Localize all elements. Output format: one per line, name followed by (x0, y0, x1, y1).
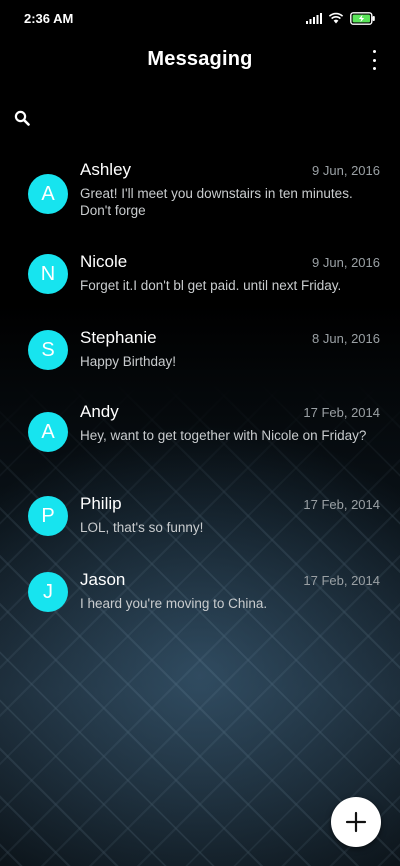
status-icons (306, 11, 376, 25)
message-snippet: Happy Birthday! (80, 354, 177, 369)
conversation-item[interactable]: S Stephanie 8 Jun, 2016 Happy Birthday! (0, 328, 400, 402)
status-time: 2:36 AM (24, 10, 74, 26)
page-title: Messaging (147, 48, 253, 70)
avatar: A (28, 174, 68, 214)
conversation-item[interactable]: J Jason 17 Feb, 2014 I heard you're movi… (0, 570, 400, 646)
conversation-item[interactable]: P Philip 17 Feb, 2014 LOL, that's so fun… (0, 494, 400, 570)
message-date: 17 Feb, 2014 (303, 405, 380, 420)
avatar: J (28, 572, 68, 612)
conversation-list: A Ashley 9 Jun, 2016 Great! I'll meet yo… (0, 160, 400, 646)
message-snippet: I heard you're moving to China. (80, 596, 268, 611)
more-options-icon (372, 50, 376, 53)
conversation-item[interactable]: N Nicole 9 Jun, 2016 Forget it.I don't b… (0, 252, 400, 328)
message-snippet: Great! I'll meet you downstairs in ten m… (80, 186, 353, 218)
avatar: A (28, 412, 68, 452)
message-date: 17 Feb, 2014 (303, 573, 380, 588)
avatar: N (28, 254, 68, 294)
contact-name: Nicole (80, 252, 128, 271)
contact-name: Philip (80, 494, 122, 513)
message-snippet: Hey, want to get together with Nicole on… (80, 428, 367, 443)
status-bar: 2:36 AM (0, 0, 400, 36)
message-date: 17 Feb, 2014 (303, 497, 380, 512)
message-snippet: LOL, that's so funny! (80, 520, 204, 535)
contact-name: Ashley (80, 160, 132, 179)
new-message-button[interactable] (331, 797, 381, 847)
search-icon[interactable] (14, 110, 30, 126)
contact-name: Andy (80, 402, 119, 421)
message-date: 8 Jun, 2016 (312, 331, 380, 346)
contact-name: Stephanie (80, 328, 157, 347)
contact-name: Jason (80, 570, 126, 589)
conversation-item[interactable]: A Andy 17 Feb, 2014 Hey, want to get tog… (0, 402, 400, 494)
more-options-button[interactable] (370, 50, 378, 70)
wifi-icon (328, 12, 344, 24)
add-icon (345, 811, 367, 833)
message-date: 9 Jun, 2016 (312, 163, 380, 178)
message-date: 9 Jun, 2016 (312, 255, 380, 270)
signal-icon (306, 12, 322, 24)
message-snippet: Forget it.I don't bl get paid. until nex… (80, 278, 342, 293)
conversation-item[interactable]: A Ashley 9 Jun, 2016 Great! I'll meet yo… (0, 160, 400, 252)
avatar: S (28, 330, 68, 370)
battery-icon (350, 11, 375, 25)
avatar: P (28, 496, 68, 536)
top-app-bar: Messaging (0, 40, 400, 84)
